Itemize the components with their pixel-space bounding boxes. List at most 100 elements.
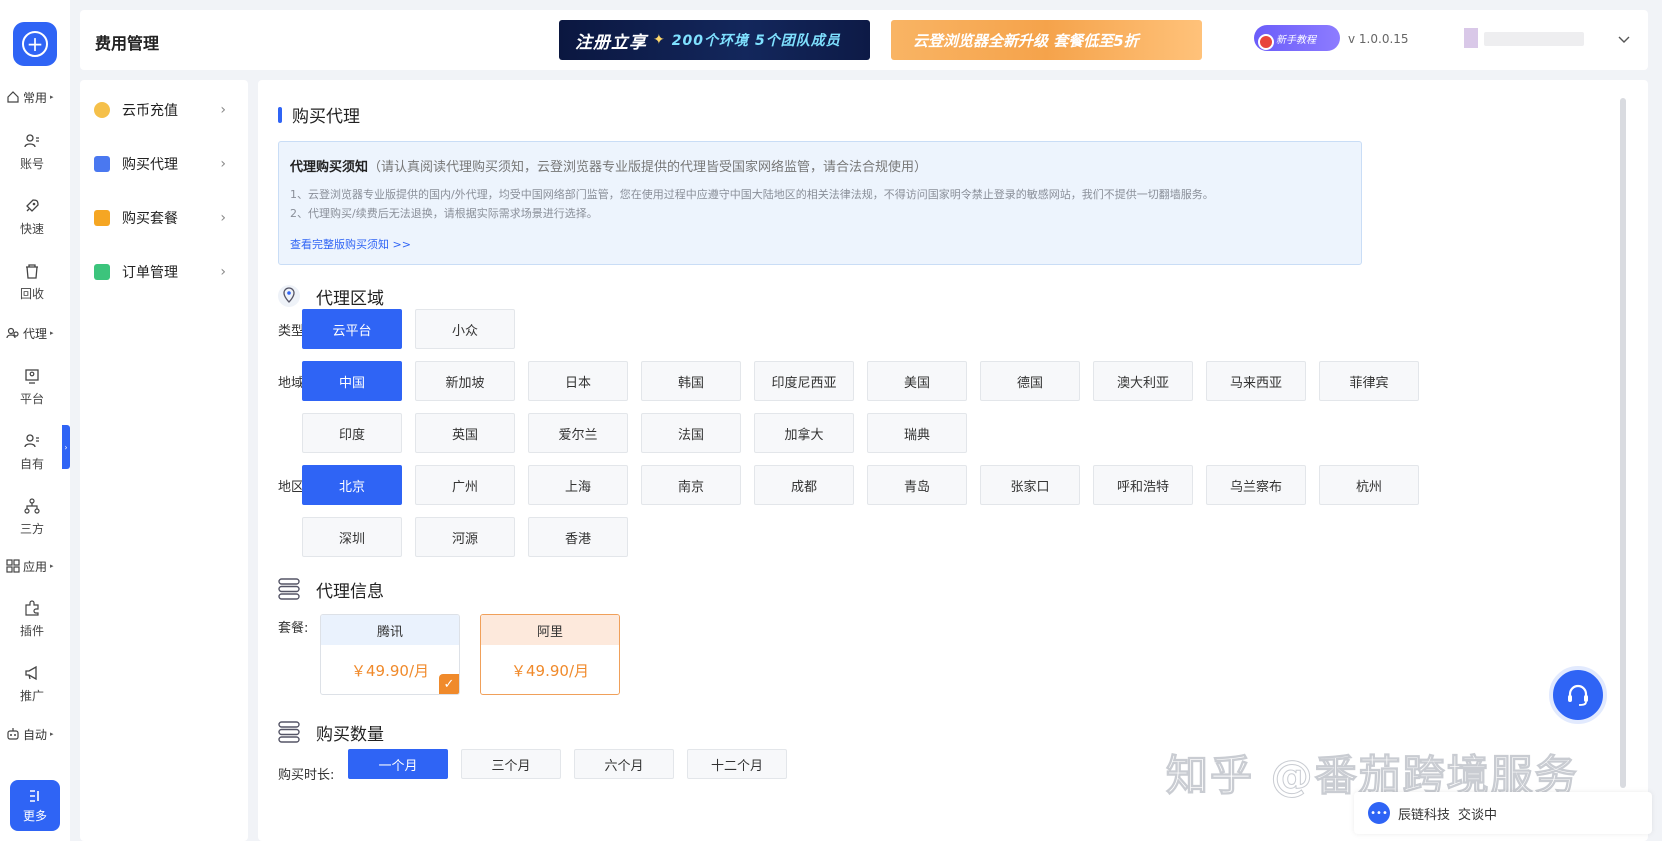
area-option[interactable]: 菲律宾 (1319, 361, 1419, 401)
notice-line-2: 2、代理购买/续费后无法退换，请根据实际需求场景进行选择。 (290, 207, 598, 220)
type-option[interactable]: 云平台 (302, 309, 402, 349)
area-option[interactable]: 韩国 (641, 361, 741, 401)
rail-item-own[interactable]: 自有 (10, 425, 54, 479)
page-title-text: 购买代理 (292, 107, 360, 127)
region-section-title: 代理区域 (316, 288, 384, 309)
notice-subheading: （请认真阅读代理购买须知，云登浏览器专业版提供的代理皆受国家网络监管，请合法合规… (368, 160, 928, 175)
promo-banner-upgrade[interactable]: 云登浏览器全新升级 套餐低至5折 (891, 20, 1202, 60)
area-option[interactable]: 印度尼西亚 (754, 361, 854, 401)
rail-item-recycle[interactable]: 回收 (10, 255, 54, 309)
area-option[interactable]: 法国 (641, 413, 741, 453)
chevron-right-icon: › (220, 264, 226, 280)
version-text: v 1.0.0.15 (1348, 32, 1409, 46)
chat-status-bar[interactable]: ••• 辰链科技 交谈中 (1354, 792, 1652, 834)
district-option[interactable]: 南京 (641, 465, 741, 505)
check-icon: ✓ (439, 674, 459, 694)
headset-icon (1568, 684, 1588, 706)
banner-env-text: 200个环境 (671, 33, 749, 49)
banner-team-text: 5个团队成员 (754, 33, 841, 49)
package-card-aliyun[interactable]: 阿里 ￥49.90/月 (480, 614, 620, 695)
notice-title: 代理购买须知（请认真阅读代理购买须知，云登浏览器专业版提供的代理皆受国家网络监管… (290, 156, 927, 175)
area-option[interactable]: 瑞典 (867, 413, 967, 453)
area-option[interactable]: 澳大利亚 (1093, 361, 1193, 401)
full-notice-link[interactable]: 查看完整版购买须知 >> (290, 236, 411, 252)
area-option[interactable]: 爱尔兰 (528, 413, 628, 453)
rail-group-auto[interactable]: 自动 ▸ (6, 724, 66, 744)
rail-item-label: 回收 (19, 287, 44, 301)
submenu-item-buy-package[interactable]: 购买套餐 › (80, 191, 248, 245)
area-option[interactable]: 马来西亚 (1206, 361, 1306, 401)
area-option[interactable]: 英国 (415, 413, 515, 453)
area-option[interactable]: 美国 (867, 361, 967, 401)
location-icon (278, 285, 300, 307)
district-option[interactable]: 成都 (754, 465, 854, 505)
qty-section-header: 购买数量 (276, 719, 384, 745)
submenu-item-orders[interactable]: 订单管理 › (80, 245, 248, 299)
district-option[interactable]: 北京 (302, 465, 402, 505)
info-section-header: 代理信息 (276, 576, 384, 602)
rail-group-common[interactable]: 常用 ▸ (6, 87, 66, 107)
promo-banner-register[interactable]: 注册立享 ✦ 200个环境 5个团队成员 (559, 20, 870, 60)
district-option[interactable]: 香港 (528, 517, 628, 557)
area-option[interactable]: 日本 (528, 361, 628, 401)
caret-right-icon: ▸ (50, 329, 54, 337)
customer-support-button[interactable] (1549, 666, 1607, 724)
rail-item-label: 推广 (19, 689, 44, 703)
user-menu[interactable] (1464, 28, 1594, 50)
tutorial-button[interactable]: 新手教程 (1254, 25, 1340, 51)
coin-icon (94, 102, 110, 118)
district-option[interactable]: 乌兰察布 (1206, 465, 1306, 505)
duration-option[interactable]: 六个月 (574, 749, 674, 779)
rail-item-third[interactable]: 三方 (10, 490, 54, 544)
package-icon (94, 210, 110, 226)
rail-group-label: 自动 (23, 727, 48, 742)
banner-main-text: 注册立享 (575, 32, 647, 53)
package-label: 套餐: (278, 621, 309, 636)
rail-item-account[interactable]: 账号 (10, 125, 54, 179)
type-option[interactable]: 小众 (415, 309, 515, 349)
create-button[interactable]: + (13, 22, 57, 66)
duration-option[interactable]: 十二个月 (687, 749, 787, 779)
district-option[interactable]: 上海 (528, 465, 628, 505)
more-label: 更多 (22, 808, 47, 823)
package-card-tencent[interactable]: 腾讯 ￥49.90/月 ✓ (320, 614, 460, 695)
rail-item-label: 账号 (19, 157, 44, 171)
area-option[interactable]: 中国 (302, 361, 402, 401)
area-option[interactable]: 印度 (302, 413, 402, 453)
info-section-title: 代理信息 (316, 581, 384, 602)
more-button[interactable]: 更多 (10, 780, 60, 831)
package-name: 阿里 (481, 615, 619, 645)
order-icon (94, 264, 110, 280)
district-option[interactable]: 青岛 (867, 465, 967, 505)
district-option[interactable]: 杭州 (1319, 465, 1419, 505)
region-section-header: 代理区域 (276, 283, 384, 309)
submenu-item-recharge[interactable]: 云币充值 › (80, 83, 248, 137)
submenu-label: 云币充值 (122, 103, 178, 119)
chat-bubble-icon: ••• (1368, 802, 1390, 824)
rail-group-apps[interactable]: 应用 ▸ (6, 556, 66, 576)
collapse-rail-toggle[interactable]: › (62, 425, 70, 469)
scrollbar[interactable] (1620, 98, 1626, 788)
chevron-down-icon[interactable] (1617, 32, 1631, 46)
area-option[interactable]: 德国 (980, 361, 1080, 401)
rail-item-platform[interactable]: 平台 (10, 360, 54, 414)
rail-item-label: 快速 (19, 222, 44, 236)
robot-icon (7, 728, 19, 740)
submenu-item-buy-proxy[interactable]: 购买代理 › (80, 137, 248, 191)
duration-option[interactable]: 一个月 (348, 749, 448, 779)
duration-option[interactable]: 三个月 (461, 749, 561, 779)
area-option[interactable]: 新加坡 (415, 361, 515, 401)
rail-group-proxy[interactable]: 代理 ▸ (6, 323, 66, 343)
qty-section-title: 购买数量 (316, 724, 384, 745)
area-option[interactable]: 加拿大 (754, 413, 854, 453)
rail-item-quick[interactable]: 快速 (10, 190, 54, 244)
district-option[interactable]: 呼和浩特 (1093, 465, 1193, 505)
district-option[interactable]: 广州 (415, 465, 515, 505)
plus-icon: + (22, 31, 48, 57)
rail-item-promote[interactable]: 推广 (10, 657, 54, 711)
rail-item-plugin[interactable]: 插件 (10, 592, 54, 646)
district-option[interactable]: 张家口 (980, 465, 1080, 505)
district-option[interactable]: 深圳 (302, 517, 402, 557)
rail-item-label: 插件 (19, 624, 44, 638)
district-option[interactable]: 河源 (415, 517, 515, 557)
